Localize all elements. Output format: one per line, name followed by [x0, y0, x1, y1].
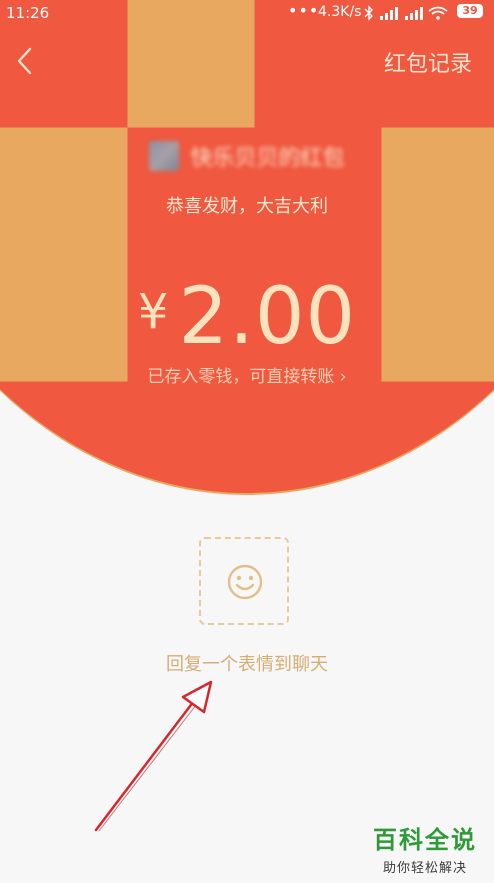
network-speed: 4.3K/s: [318, 4, 362, 20]
back-button[interactable]: [12, 44, 40, 78]
status-time: 11:26: [6, 4, 50, 22]
greeting-message: 恭喜发财，大吉大利: [166, 196, 328, 217]
sender-avatar: [149, 141, 180, 171]
reply-emoji-button[interactable]: [199, 537, 289, 625]
smiley-face-icon: [227, 564, 263, 600]
watermark-subtitle: 助你轻松解决: [382, 861, 467, 876]
status-icons: [364, 3, 448, 21]
sender-row: 快乐贝贝的红包: [0, 140, 494, 172]
watermark-title: 百科全说: [373, 826, 477, 854]
notification-dots: •••: [288, 1, 320, 20]
saved-to-wallet-link[interactable]: 已存入零钱，可直接转账 ›: [0, 362, 494, 387]
red-packet-records-link[interactable]: 红包记录: [384, 46, 472, 78]
sender-name: 快乐贝贝的红包: [190, 146, 345, 171]
currency-symbol: ¥: [137, 284, 169, 340]
signal-bars-icon: [404, 6, 423, 20]
amount-value: 2.00: [178, 272, 357, 362]
watermark: 百科全说 助你轻松解决: [360, 820, 490, 876]
signal-bars-icon: [379, 6, 398, 20]
bluetooth-icon: [364, 4, 373, 21]
battery-indicator: 39: [457, 4, 483, 18]
status-bar: 11:26 ••• 4.3K/s 39: [0, 0, 494, 28]
chevron-left-icon: [17, 47, 32, 75]
amount-display: ¥2.00: [0, 272, 494, 362]
reply-emoji-label[interactable]: 回复一个表情到聊天: [0, 650, 494, 676]
wifi-icon: [428, 6, 448, 20]
